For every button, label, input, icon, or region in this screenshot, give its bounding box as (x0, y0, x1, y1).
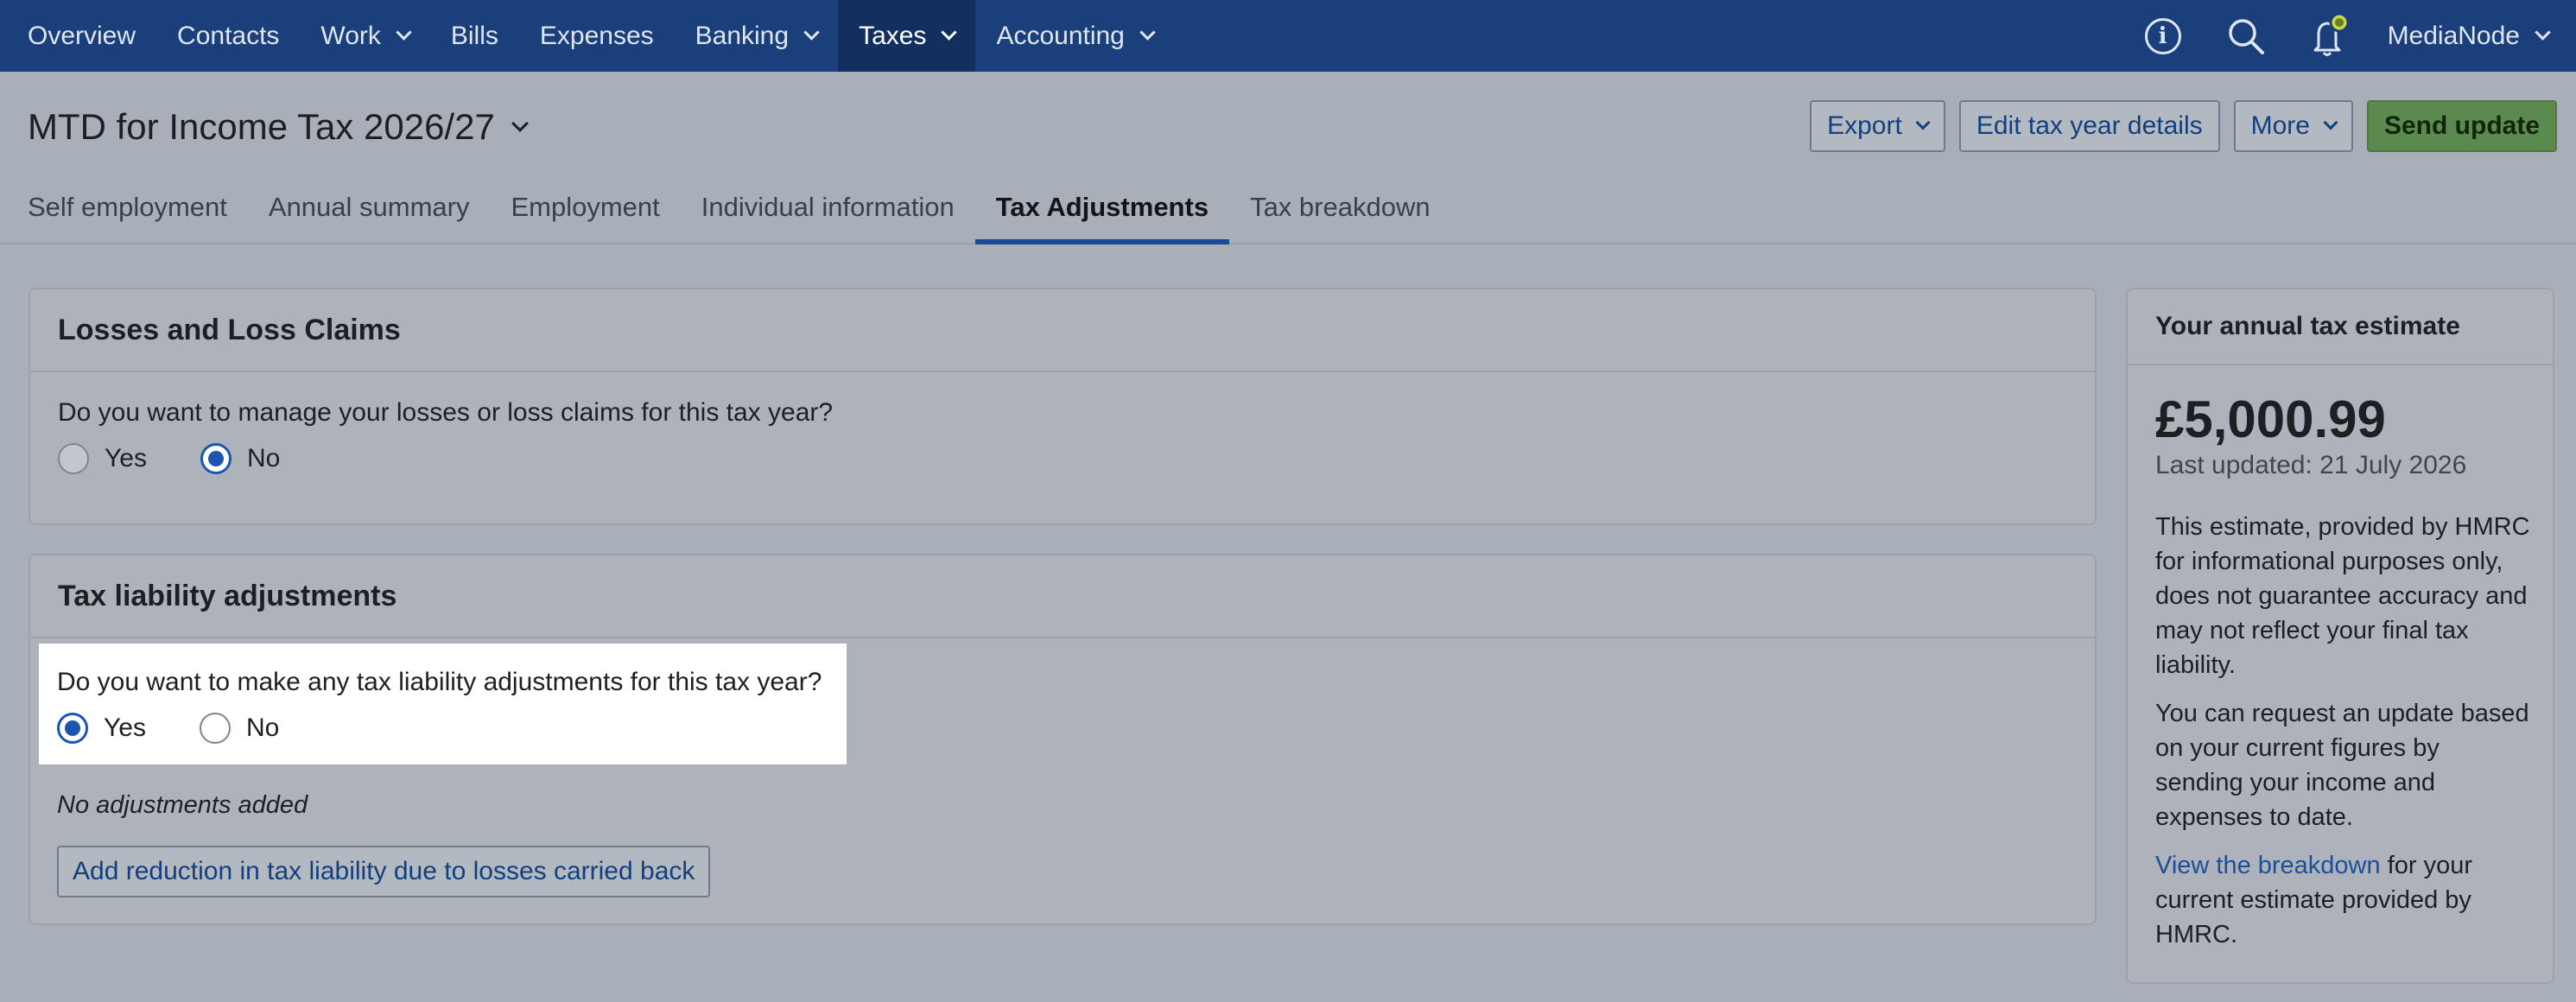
liability-question: Do you want to make any tax liability ad… (57, 668, 822, 696)
last-updated: Last updated: 21 July 2026 (2155, 451, 2467, 479)
nav-contacts[interactable]: Contacts (156, 0, 300, 72)
chevron-down-icon (1139, 24, 1156, 41)
nav-overview[interactable]: Overview (0, 0, 156, 72)
chevron-down-icon (511, 115, 529, 132)
radio-label: Yes (105, 444, 147, 472)
info-icon: i (2144, 17, 2181, 54)
estimate-disclaimer: This estimate, provided by HMRC for info… (2155, 513, 2530, 679)
tab-bar: Self employment Annual summary Employmen… (28, 181, 1451, 244)
liability-card-title: Tax liability adjustments (30, 555, 2095, 638)
nav-label: Work (320, 21, 381, 50)
radio-label: Yes (104, 713, 146, 742)
info-button[interactable]: i (2122, 0, 2205, 72)
estimate-update-info: You can request an update based on your … (2155, 700, 2529, 831)
page-title: MTD for Income Tax 2026/27 (28, 106, 495, 147)
tax-estimate-amount: £5,000.99 (2155, 390, 2386, 448)
liability-no-radio[interactable]: No (199, 713, 280, 744)
chevron-down-icon (941, 24, 958, 41)
tax-year-selector[interactable]: MTD for Income Tax 2026/27 (28, 106, 529, 148)
chevron-down-icon (1915, 115, 1931, 130)
nav-label: Accounting (996, 21, 1125, 50)
add-reduction-button[interactable]: Add reduction in tax liability due to lo… (57, 846, 711, 897)
chevron-down-icon (2323, 115, 2338, 130)
nav-banking[interactable]: Banking (675, 0, 838, 72)
tax-estimate-card: Your annual tax estimate £5,000.99 Last … (2126, 288, 2554, 984)
radio-circle-selected (200, 443, 232, 474)
tab-individual-information[interactable]: Individual information (681, 181, 975, 244)
user-menu[interactable]: MediaNode (2370, 0, 2576, 72)
edit-label: Edit tax year details (1976, 111, 2203, 140)
tab-self-employment[interactable]: Self employment (28, 181, 248, 244)
export-button[interactable]: Export (1810, 100, 1945, 152)
nav-label: Contacts (177, 21, 280, 50)
losses-question: Do you want to manage your losses or los… (58, 398, 834, 427)
breakdown-paragraph: View the breakdown for your current esti… (2155, 848, 2530, 952)
losses-radio-group: Yes No (58, 443, 2095, 474)
nav-expenses[interactable]: Expenses (519, 0, 675, 72)
tab-tax-breakdown[interactable]: Tax breakdown (1229, 181, 1451, 244)
more-label: More (2250, 111, 2310, 140)
tab-annual-summary[interactable]: Annual summary (248, 181, 491, 244)
nav-label: Taxes (859, 21, 927, 50)
page-header: MTD for Income Tax 2026/27 Export Edit t… (0, 72, 2576, 244)
send-label: Send update (2383, 111, 2540, 140)
nav-label: Overview (28, 21, 136, 50)
liability-question-group: Do you want to make any tax liability ad… (39, 644, 847, 764)
radio-circle (199, 713, 231, 744)
search-icon (2228, 18, 2264, 54)
nav-bills[interactable]: Bills (430, 0, 519, 72)
bell-icon (2313, 12, 2350, 56)
radio-circle (58, 443, 89, 474)
tab-employment[interactable]: Employment (490, 181, 680, 244)
chevron-down-icon (803, 24, 820, 41)
tax-estimate-title: Your annual tax estimate (2128, 289, 2553, 365)
losses-yes-radio[interactable]: Yes (58, 443, 147, 474)
tab-tax-adjustments[interactable]: Tax Adjustments (974, 181, 1230, 244)
top-navigation: Overview Contacts Work Bills Expenses Ba… (0, 0, 2576, 72)
radio-label: No (246, 444, 281, 472)
chevron-down-icon (2535, 24, 2551, 41)
nav-label: Banking (695, 21, 790, 50)
edit-tax-year-button[interactable]: Edit tax year details (1958, 100, 2220, 152)
no-adjustments-text: No adjustments added (57, 791, 308, 819)
nav-right: i MediaNode (2122, 0, 2576, 72)
export-label: Export (1827, 111, 1902, 140)
user-name: MediaNode (2387, 21, 2520, 50)
more-button[interactable]: More (2233, 100, 2353, 152)
losses-card-title: Losses and Loss Claims (30, 289, 2095, 372)
nav-label: Expenses (539, 21, 654, 50)
losses-no-radio[interactable]: No (200, 443, 280, 474)
header-actions: Export Edit tax year details More Send u… (1810, 100, 2557, 152)
nav-taxes[interactable]: Taxes (838, 0, 976, 72)
send-update-button[interactable]: Send update (2366, 100, 2557, 152)
liability-radio-group: Yes No (57, 713, 847, 744)
nav-accounting[interactable]: Accounting (975, 0, 1173, 72)
view-breakdown-link[interactable]: View the breakdown (2155, 852, 2381, 879)
search-button[interactable] (2205, 0, 2287, 72)
nav-label: Bills (450, 21, 498, 50)
notifications-button[interactable] (2287, 0, 2370, 72)
radio-label: No (245, 713, 280, 742)
radio-circle-selected (57, 713, 88, 744)
nav-work[interactable]: Work (300, 0, 429, 72)
chevron-down-icon (396, 24, 412, 41)
liability-yes-radio[interactable]: Yes (57, 713, 146, 744)
losses-card: Losses and Loss Claims Do you want to ma… (29, 288, 2097, 525)
add-reduction-label: Add reduction in tax liability due to lo… (73, 857, 695, 885)
